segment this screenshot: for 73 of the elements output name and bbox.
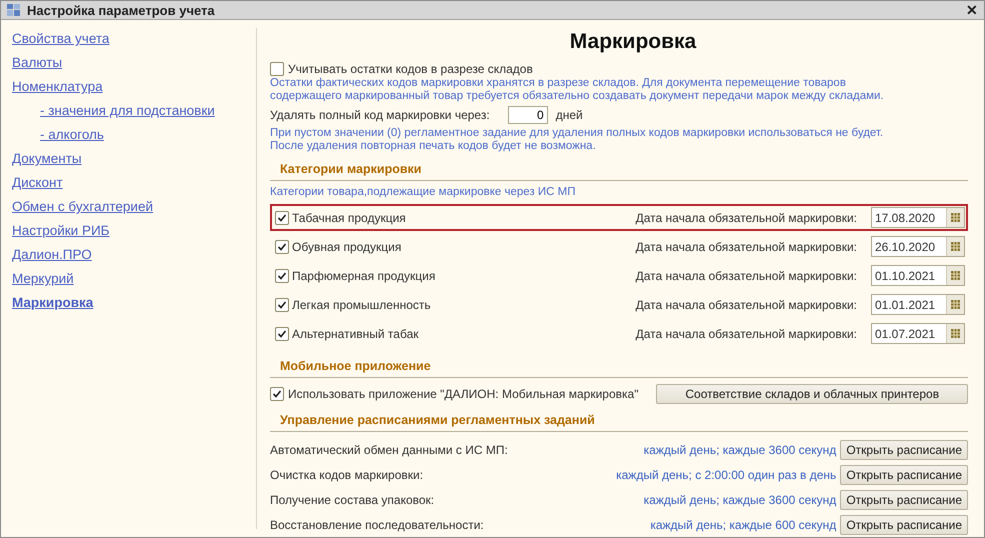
calendar-icon	[951, 242, 960, 251]
hint-text: После удаления повторная печать кодов будет не возможна.	[270, 140, 597, 153]
date-field[interactable]: 01.10.2021	[871, 265, 965, 286]
checkbox[interactable]	[275, 326, 289, 340]
checkbox[interactable]	[270, 387, 284, 401]
field-label: Дата начала обязательной маркировки:	[636, 298, 857, 312]
nav-link[interactable]: Обмен с бухгалтерией	[1, 198, 154, 222]
schedule-link[interactable]: каждый день; каждые 3600 секунд	[644, 492, 836, 506]
schedule-link[interactable]: каждый день; каждые 600 секунд	[650, 518, 836, 532]
open-schedule-button[interactable]: Открыть расписание	[840, 440, 968, 460]
category-row[interactable]: Парфюмерная продукция Дата начала обязательной маркировки: 01.10.2021	[270, 262, 968, 289]
date-field[interactable]: 01.07.2021	[871, 323, 965, 344]
task-label: Автоматический обмен данными с ИС МП:	[270, 442, 508, 456]
hint-text: Категории товара,подлежащие маркировке через ИС МП	[270, 186, 576, 199]
calendar-icon	[951, 213, 960, 222]
days-input[interactable]: 0	[508, 106, 548, 124]
nav-link[interactable]: Дисконт	[1, 174, 63, 198]
checkbox-label: Обувная продукция	[292, 240, 402, 254]
checkbox-label: Альтернативный табак	[292, 326, 418, 340]
section-heading: Управление расписаниями регламентных заданий	[270, 413, 968, 432]
nav-link[interactable]: Номенклатура	[1, 78, 103, 102]
checkbox[interactable]	[275, 298, 289, 312]
date-field[interactable]: 17.08.2020	[871, 207, 965, 228]
unit-label: дней	[556, 108, 583, 122]
nav-link[interactable]: Настройки РИБ	[1, 222, 110, 246]
field-label: Дата начала обязательной маркировки:	[636, 268, 857, 282]
date-field[interactable]: 26.10.2020	[871, 236, 965, 257]
nav-link[interactable]: - алкоголь	[1, 126, 104, 150]
category-row[interactable]: Альтернативный табак Дата начала обязательной маркировки: 01.07.2021	[270, 320, 968, 347]
checkbox[interactable]	[270, 62, 284, 76]
checkbox[interactable]	[275, 210, 289, 224]
section-heading: Категории маркировки	[270, 162, 968, 181]
field-label: Удалять полный код маркировки через:	[270, 108, 490, 122]
calendar-icon	[951, 300, 960, 309]
nav-link[interactable]: Маркировка	[1, 294, 94, 318]
field-label: Дата начала обязательной маркировки:	[636, 210, 857, 224]
calendar-icon	[951, 329, 960, 338]
nav-link[interactable]: Свойства учета	[1, 30, 110, 54]
schedule-link[interactable]: каждый день; каждые 3600 секунд	[644, 442, 836, 456]
field-label: Дата начала обязательной маркировки:	[636, 240, 857, 254]
task-label: Очистка кодов маркировки:	[270, 468, 424, 482]
hint-text: Остатки фактических кодов маркировки хранятся в разрезе складов. Для документа перемещение товаров содержащего маркированный товар требуется обязательно создавать документ передачи марок между складами.	[270, 77, 885, 103]
nav-link[interactable]: Далион.ПРО	[1, 246, 92, 270]
checkbox[interactable]	[275, 240, 289, 254]
printers-button[interactable]: Соответствие складов и облачных принтеров	[656, 384, 968, 404]
settings-window-icon	[7, 3, 21, 17]
open-schedule-button[interactable]: Открыть расписание	[840, 464, 968, 484]
task-label: Получение состава упаковок:	[270, 492, 434, 506]
checkbox-label: Табачная продукция	[292, 210, 406, 224]
checkbox-label: Учитывать остатки кодов в разрезе складов	[288, 62, 533, 76]
open-schedule-button[interactable]: Открыть расписание	[840, 490, 968, 510]
calendar-icon	[951, 271, 960, 280]
task-label: Восстановление последовательности:	[270, 518, 484, 532]
checkbox-label: Легкая промышленность	[292, 298, 431, 312]
checkbox[interactable]	[275, 268, 289, 282]
checkbox-label: Использовать приложение "ДАЛИОН: Мобильная маркировка"	[288, 387, 638, 401]
field-label: Дата начала обязательной маркировки:	[636, 326, 857, 340]
window-title: Настройка параметров учета	[27, 2, 216, 18]
section-heading: Мобильное приложение	[270, 359, 968, 378]
nav-link[interactable]: Валюты	[1, 54, 62, 78]
page-title: Маркировка	[570, 29, 696, 55]
checkbox-label: Парфюмерная продукция	[292, 268, 436, 282]
close-button[interactable]: ✕	[966, 2, 978, 18]
schedule-link[interactable]: каждый день; с 2:00:00 один раз в день	[616, 468, 836, 482]
category-row[interactable]: Обувная продукция Дата начала обязательной маркировки: 26.10.2020	[270, 233, 968, 260]
nav-link[interactable]: Меркурий	[1, 270, 74, 294]
category-row[interactable]: Легкая промышленность Дата начала обязательной маркировки: 01.01.2021	[270, 291, 968, 318]
category-row[interactable]: Табачная продукция Дата начала обязательной маркировки: 17.08.2020	[270, 204, 968, 231]
hint-text: При пустом значении (0) регламентное задание для удаления полных кодов маркировки использоваться не будет.	[270, 127, 884, 140]
open-schedule-button[interactable]: Открыть расписание	[840, 514, 968, 534]
nav-link[interactable]: Документы	[1, 150, 82, 174]
nav-link[interactable]: - значения для подстановки	[1, 102, 215, 126]
date-field[interactable]: 01.01.2021	[871, 294, 965, 315]
